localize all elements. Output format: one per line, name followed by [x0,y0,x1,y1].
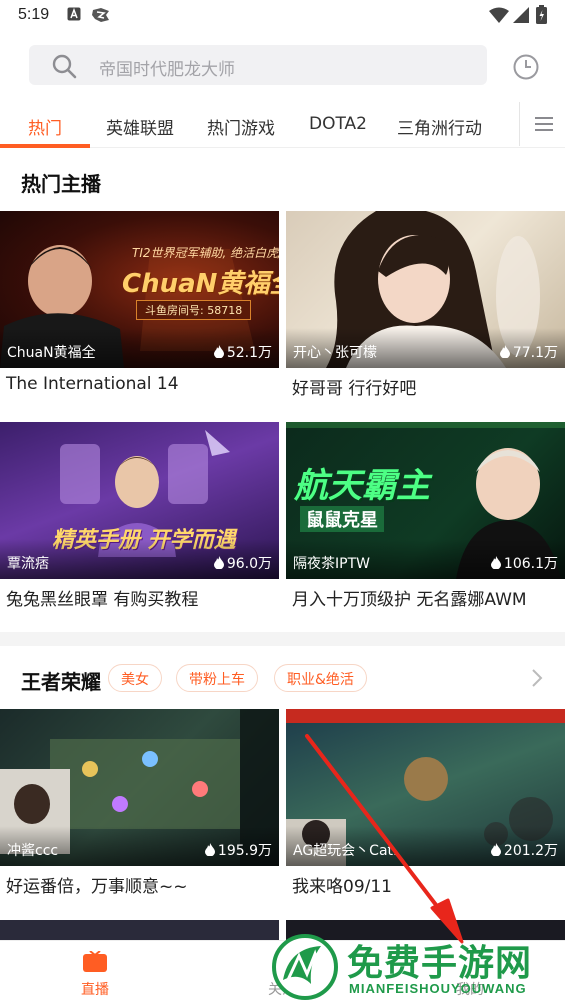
tab-divider [519,102,520,146]
banner-line1: TI2世界冠军辅助, 绝活白虎/莱恩 [132,246,279,260]
wifi-icon [489,7,509,23]
category-tabs: 热门 英雄联盟 热门游戏 DOTA2 三角洲行动 [0,100,565,148]
menu-icon[interactable] [534,115,554,133]
anchor-name: 开心丶张可檬 [293,345,377,361]
history-icon[interactable] [511,52,541,82]
stream-card[interactable]: 精英手册 开学而遇 覃流痞 96.0万 兔兔黑丝眼罩 有购买教程 [0,422,279,622]
stream-thumbnail: 精英手册 开学而遇 覃流痞 96.0万 [0,422,279,579]
stream-thumbnail: 开心丶张可檬 77.1万 [286,211,565,368]
nav-live-label: 直播 [81,982,109,998]
banner-line2: ChuaN黄福全 [122,269,279,299]
stream-thumbnail: 冲酱ccc 195.9万 [0,709,279,866]
flame-icon [490,556,501,569]
tab-delta-force[interactable]: 三角洲行动 [397,114,482,139]
chevron-right-icon[interactable] [530,668,544,688]
watermark-subtext: MIANFEISHOUYOUWANG [349,981,527,996]
flame-icon [499,345,510,358]
a-notification-icon [67,7,81,21]
section-title-honor-of-kings: 王者荣耀 [21,670,101,694]
flame-icon [490,843,501,856]
anchor-name: 覃流痞 [7,556,49,572]
status-time: 5:19 [18,6,50,23]
flame-icon [213,345,224,358]
section-divider [0,632,565,646]
stream-thumbnail: TI2世界冠军辅助, 绝活白虎/莱恩 ChuaN黄福全 斗鱼房间号: 58718… [0,211,279,368]
status-bar: 5:19 [0,0,565,32]
flame-icon [213,556,224,569]
search-icon [52,54,77,79]
battery-icon [536,5,547,24]
banner-line2: 鼠鼠克星 [300,506,384,532]
signal-icon [513,7,529,23]
stream-title: 兔兔黑丝眼罩 有购买教程 [6,590,199,610]
view-count-value: 201.2万 [503,843,558,859]
stream-card[interactable]: 开心丶张可檬 77.1万 好哥哥 行行好吧 [286,211,565,411]
stream-card[interactable]: 航天霸主 鼠鼠克星 隔夜茶IPTW 106.1万 月入十万顶级护 无名露娜AWM [286,422,565,622]
stream-title: 好哥哥 行行好吧 [292,379,417,399]
search-row: 帝国时代肥龙大师 [0,32,565,100]
view-count: 195.9万 [204,840,272,860]
stream-title: The International 14 [6,374,179,394]
view-count-value: 77.1万 [512,345,558,361]
nav-live[interactable]: 直播 [25,941,165,1005]
anchor-name: 冲酱ccc [7,843,59,859]
view-count: 52.1万 [213,342,272,362]
chip-pro-skill[interactable]: 职业&绝活 [274,664,367,692]
watermark: 免费手游网 MIANFEISHOUYOUWANG [265,930,565,1004]
view-count: 106.1万 [490,553,558,573]
stream-title: 我来咯09/11 [292,877,392,897]
stream-card[interactable]: TI2世界冠军辅助, 绝活白虎/莱恩 ChuaN黄福全 斗鱼房间号: 58718… [0,211,279,411]
stream-title: 月入十万顶级护 无名露娜AWM [292,590,527,610]
tab-hot-games[interactable]: 热门游戏 [207,114,275,139]
view-count-value: 96.0万 [226,556,272,572]
view-count: 96.0万 [213,553,272,573]
view-count: 201.2万 [490,840,558,860]
anchor-name: AG超玩会丶Cat. [293,843,398,859]
tab-hot[interactable]: 热门 [28,114,62,139]
stream-thumbnail: AG超玩会丶Cat. 201.2万 [286,709,565,866]
stream-thumbnail: 航天霸主 鼠鼠克星 隔夜茶IPTW 106.1万 [286,422,565,579]
chip-fans-ride[interactable]: 带粉上车 [176,664,258,692]
flame-icon [204,843,215,856]
search-placeholder: 帝国时代肥龙大师 [99,60,235,80]
anchor-name: ChuaN黄福全 [7,345,96,361]
view-count-value: 106.1万 [503,556,558,572]
stream-card-partial[interactable] [0,920,279,940]
chip-beauty[interactable]: 美女 [108,664,162,692]
tab-dota2[interactable]: DOTA2 [309,114,367,134]
stream-card[interactable]: AG超玩会丶Cat. 201.2万 我来咯09/11 [286,709,565,909]
watermark-text: 免费手游网 [347,943,533,984]
live-tv-icon [83,951,107,972]
watermark-logo [272,934,338,1000]
banner-line1: 航天霸主 [294,466,430,506]
banner-line3: 斗鱼房间号: 58718 [136,300,252,320]
search-input[interactable]: 帝国时代肥龙大师 [29,45,487,85]
section-title-hot-anchors: 热门主播 [21,172,101,196]
view-count-value: 195.9万 [217,843,272,859]
anchor-name: 隔夜茶IPTW [293,556,370,572]
stream-title: 好运番倍，万事顺意~~ [6,877,188,897]
stream-card[interactable]: 冲酱ccc 195.9万 好运番倍，万事顺意~~ [0,709,279,909]
tab-indicator [0,144,90,148]
tab-lol[interactable]: 英雄联盟 [106,114,174,139]
app-notification-icon [92,8,109,22]
view-count: 77.1万 [499,342,558,362]
view-count-value: 52.1万 [226,345,272,361]
